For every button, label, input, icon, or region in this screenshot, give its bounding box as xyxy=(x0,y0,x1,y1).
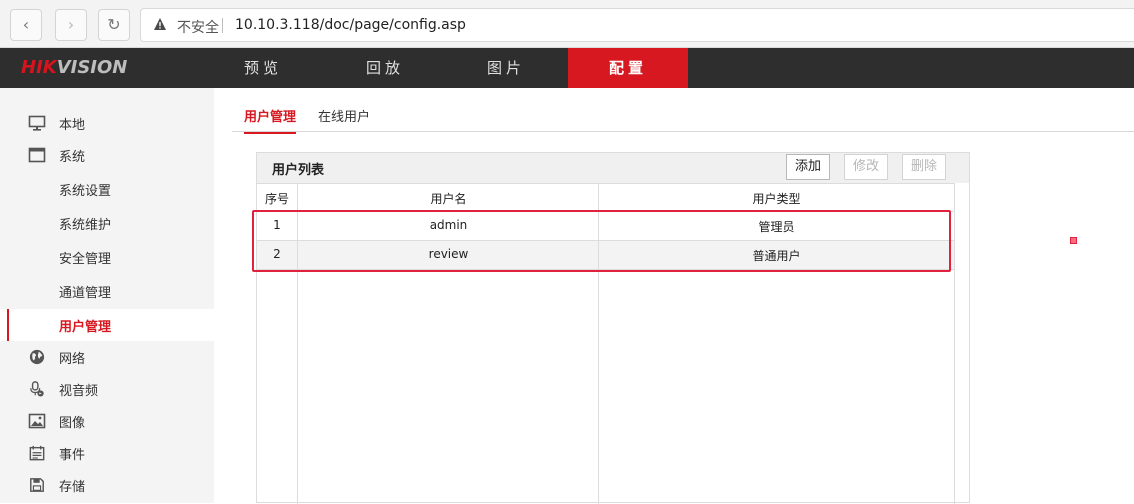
sidebar-item-system-settings[interactable]: 系统设置 xyxy=(0,173,214,205)
sidebar-item-video-audio[interactable]: 视音频 xyxy=(0,373,214,405)
microphone-icon xyxy=(30,381,44,397)
sidebar-item-label: 视音频 xyxy=(59,384,99,399)
table-header: 序号 用户名 用户类型 xyxy=(257,183,954,212)
sidebar-item-event[interactable]: 事件 xyxy=(0,437,214,469)
logo-part-vision: VISION xyxy=(56,57,128,78)
chevron-right-icon: › xyxy=(67,15,75,34)
back-button[interactable]: ‹ xyxy=(10,9,42,41)
nav-picture[interactable]: 图片 xyxy=(446,48,566,88)
url-divider xyxy=(222,18,223,33)
sidebar-item-local[interactable]: 本地 xyxy=(0,107,214,139)
window-icon xyxy=(28,147,46,163)
sidebar-item-label: 系统设置 xyxy=(59,184,112,199)
top-navigation: HIKVISION 预览 回放 图片 配置 xyxy=(0,48,1134,88)
logo-part-hik: HIK xyxy=(21,57,57,78)
marker-dot xyxy=(1070,237,1077,244)
tab-online-users[interactable]: 在线用户 xyxy=(318,106,370,132)
sidebar-item-security[interactable]: 安全管理 xyxy=(0,241,214,273)
sidebar-item-user-management[interactable]: 用户管理 xyxy=(0,309,214,341)
sidebar: 本地 系统 系统设置 系统维护 安全管理 通道管理 用户管理 网络 视音频 图像… xyxy=(0,88,214,503)
globe-icon xyxy=(29,349,45,365)
monitor-icon xyxy=(28,115,46,131)
sidebar-item-label: 系统维护 xyxy=(59,218,112,233)
nav-playback[interactable]: 回放 xyxy=(325,48,445,88)
image-icon xyxy=(28,413,46,429)
sidebar-item-label: 网络 xyxy=(59,352,86,367)
sidebar-item-storage[interactable]: 存储 xyxy=(0,469,214,501)
url-text[interactable]: 10.10.3.118/doc/page/config.asp xyxy=(235,17,466,33)
sidebar-item-system[interactable]: 系统 xyxy=(0,139,214,171)
column-header-user-type: 用户类型 xyxy=(752,192,801,206)
sidebar-item-network[interactable]: 网络 xyxy=(0,341,214,373)
sidebar-item-label: 存储 xyxy=(59,480,86,495)
reload-button[interactable]: ↻ xyxy=(98,9,130,41)
forward-button[interactable]: › xyxy=(55,9,87,41)
sidebar-item-label: 图像 xyxy=(59,416,86,431)
add-user-button[interactable]: 添加 xyxy=(786,154,830,180)
delete-user-button[interactable]: 删除 xyxy=(902,154,946,180)
sidebar-item-label: 本地 xyxy=(59,118,86,133)
save-icon xyxy=(30,478,44,492)
sidebar-item-label: 用户管理 xyxy=(59,320,112,335)
nav-preview[interactable]: 预览 xyxy=(203,48,323,88)
reload-icon: ↻ xyxy=(107,15,121,34)
sidebar-item-label: 通道管理 xyxy=(59,286,112,301)
browser-toolbar: ‹ › ↻ 不安全 10.10.3.118/doc/page/config.as… xyxy=(0,0,1134,48)
hikvision-logo: HIKVISION xyxy=(21,57,127,78)
column-header-index: 序号 xyxy=(264,192,289,206)
chevron-left-icon: ‹ xyxy=(22,15,30,34)
sidebar-item-label: 安全管理 xyxy=(59,252,112,267)
address-bar[interactable]: 不安全 10.10.3.118/doc/page/config.asp xyxy=(140,8,1134,42)
sidebar-item-system-maintenance[interactable]: 系统维护 xyxy=(0,207,214,239)
panel-header: 用户列表 添加 修改 删除 xyxy=(257,153,969,183)
user-list-panel: 用户列表 添加 修改 删除 序号 用户名 用户类型 1 admin 管理员 2 … xyxy=(256,152,970,504)
sidebar-item-channel-management[interactable]: 通道管理 xyxy=(0,275,214,307)
nav-configuration[interactable]: 配置 xyxy=(568,48,688,88)
table-scroll-gutter xyxy=(954,183,969,504)
sidebar-item-label: 事件 xyxy=(59,448,86,463)
edit-user-button[interactable]: 修改 xyxy=(844,154,888,180)
content-tabs: 用户管理 在线用户 xyxy=(232,100,1134,134)
calendar-icon xyxy=(29,445,45,461)
sidebar-item-image[interactable]: 图像 xyxy=(0,405,214,437)
security-label[interactable]: 不安全 xyxy=(177,17,219,37)
sidebar-item-label: 系统 xyxy=(59,150,86,165)
panel-title: 用户列表 xyxy=(272,163,325,178)
warning-icon xyxy=(154,18,166,30)
tab-user-management[interactable]: 用户管理 xyxy=(244,106,297,134)
highlight-annotation xyxy=(252,210,951,272)
column-header-username: 用户名 xyxy=(430,192,467,206)
